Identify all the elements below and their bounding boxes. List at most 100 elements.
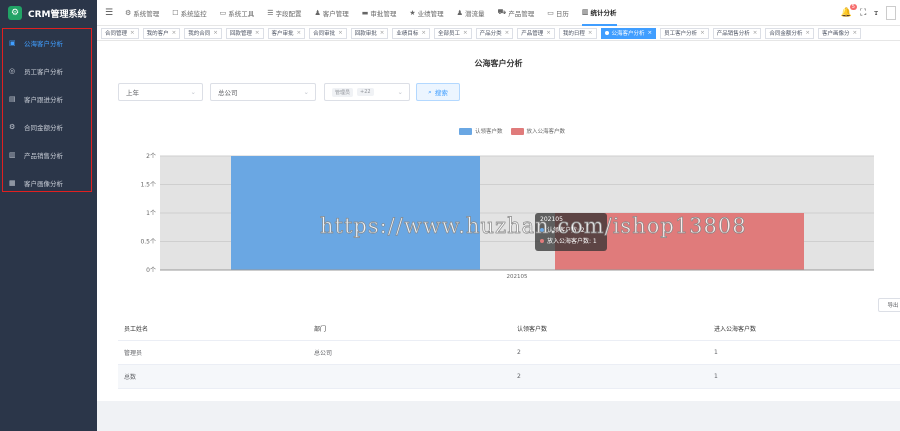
calendar-icon: ▭	[547, 8, 554, 17]
tab-2[interactable]: 我的合同 ×	[184, 27, 222, 39]
tab-0[interactable]: 合同管理 ×	[101, 27, 139, 39]
app-logo[interactable]: ⚙ CRM管理系统	[0, 0, 97, 26]
period-select[interactable]: 上年 ⌄	[118, 83, 203, 101]
tab-label: 我的客户	[146, 31, 169, 37]
close-icon[interactable]: ×	[421, 30, 426, 36]
tab-5[interactable]: 合同审批 ×	[309, 27, 347, 39]
close-icon[interactable]: ×	[130, 30, 135, 36]
selected-chip[interactable]: 管理员	[332, 87, 354, 97]
nav-label: 字段配置	[275, 9, 302, 18]
grid-icon: ▦	[9, 178, 16, 187]
sidebar-item-followup-analysis[interactable]: ▤ 客户跟进分析	[3, 85, 91, 113]
export-button[interactable]: 导出	[878, 298, 900, 312]
close-icon[interactable]: ×	[338, 30, 343, 36]
tab-7[interactable]: 业绩目标 ×	[392, 27, 430, 39]
tab-label: 客户画像分	[822, 31, 850, 37]
close-icon[interactable]: ×	[505, 30, 510, 36]
tab-10[interactable]: 产品管理 ×	[517, 27, 555, 39]
close-icon[interactable]: ×	[546, 30, 551, 36]
data-table: 员工姓名 部门 认领客户数 进入公海客户数 管理员 总公司 2 1 总数 2 1	[118, 317, 900, 389]
nav-label: 审批管理	[370, 9, 397, 18]
sidebar-item-label: 客户跟进分析	[24, 96, 63, 104]
bell-glyph: 🔔	[840, 8, 852, 18]
legend-item[interactable]: 放入公海客户数	[510, 127, 565, 135]
close-icon[interactable]: ×	[805, 30, 810, 36]
sidebar-item-employee-customer-analysis[interactable]: ◎ 员工客户分析	[3, 57, 91, 85]
fullscreen-icon[interactable]: ⛶	[860, 8, 866, 18]
close-icon[interactable]: ×	[213, 30, 218, 36]
close-icon[interactable]: ×	[380, 30, 385, 36]
search-icon: ⌕	[428, 87, 432, 96]
sidebar-item-public-customer-analysis[interactable]: ▣ 公海客户分析	[3, 29, 91, 57]
table-header-cell: 进入公海客户数	[714, 326, 757, 333]
nav-system-management[interactable]: ⚙ 系统管理	[125, 8, 159, 18]
approval-icon: ▬	[361, 8, 369, 17]
table-row: 总数 2 1	[118, 365, 900, 389]
user-icon: ♟	[456, 8, 463, 17]
close-icon[interactable]: ×	[172, 30, 177, 36]
close-icon[interactable]: ×	[463, 30, 468, 36]
bar-1	[231, 156, 480, 270]
nav-calendar[interactable]: ▭ 日历	[547, 8, 569, 18]
top-right-tools: 🔔 5 ⛶ ꭲ	[841, 0, 900, 26]
nav-label: 业绩管理	[417, 9, 444, 18]
close-icon[interactable]: ×	[753, 30, 758, 36]
document-icon: ▤	[9, 94, 16, 103]
search-label: 搜索	[434, 89, 448, 97]
nav-approval-management[interactable]: ▬ 审批管理	[362, 8, 397, 18]
table-cell: 总公司	[314, 350, 333, 357]
employee-multiselect[interactable]: 管理员 +22 ⌄	[324, 83, 410, 101]
nav-label: 日历	[555, 9, 569, 18]
app-title: CRM管理系统	[28, 9, 87, 20]
tab-12[interactable]: 公海客户分析 ×	[600, 27, 657, 39]
y-tick-label: 1.5个	[140, 182, 156, 189]
sidebar-item-product-sales-analysis[interactable]: ▥ 产品销售分析	[3, 141, 91, 169]
tab-13[interactable]: 员工客户分析 ×	[660, 27, 709, 39]
sidebar-item-label: 公海客户分析	[24, 40, 63, 48]
nav-system-monitor[interactable]: ☐ 系统监控	[172, 8, 206, 18]
tab-3[interactable]: 回款管理 ×	[225, 27, 264, 39]
bell-icon[interactable]: 🔔 5	[840, 4, 857, 18]
sidebar-item-label: 客户画像分析	[24, 180, 63, 188]
font-size-icon[interactable]: ꭲ	[874, 8, 878, 18]
close-icon[interactable]: ×	[700, 30, 705, 36]
nav-performance-management[interactable]: ★ 业绩管理	[409, 8, 443, 18]
search-button[interactable]: ⌕ 搜索	[416, 83, 460, 101]
close-icon[interactable]: ×	[853, 30, 858, 36]
sidebar-item-contract-amount-analysis[interactable]: ⚙ 合同金额分析	[3, 113, 91, 141]
sidebar-item-customer-portrait-analysis[interactable]: ▦ 客户画像分析	[3, 169, 91, 197]
nav-product-management[interactable]: ⛟ 产品管理	[497, 8, 534, 18]
avatar[interactable]	[886, 6, 896, 20]
nav-field-config[interactable]: ☰ 字段配置	[267, 8, 301, 18]
nav-customer-management[interactable]: ♟ 客户管理	[314, 8, 348, 18]
close-icon[interactable]: ×	[255, 30, 260, 36]
tab-label: 回款审批	[354, 31, 377, 37]
org-select[interactable]: 总公司 ⌄	[210, 83, 316, 101]
gear-icon: ⚙	[125, 8, 132, 17]
tab-6[interactable]: 回款审批 ×	[350, 27, 389, 39]
legend-item[interactable]: 认领客户数	[459, 127, 503, 135]
tab-label: 我的合同	[188, 31, 211, 37]
hamburger-icon[interactable]: ☰	[105, 8, 115, 18]
tab-16[interactable]: 客户画像分 ×	[818, 27, 862, 39]
tab-4[interactable]: 客户审批 ×	[267, 27, 306, 39]
close-icon[interactable]: ×	[588, 30, 593, 36]
close-icon[interactable]: ×	[648, 30, 653, 36]
tab-label: 业绩目标	[396, 31, 419, 37]
tab-11[interactable]: 我的日程 ×	[558, 27, 597, 39]
nav-traffic[interactable]: ♟ 潜流量	[457, 8, 485, 18]
tab-8[interactable]: 全部员工 ×	[434, 27, 472, 39]
tab-14[interactable]: 产品销售分析 ×	[712, 27, 762, 39]
tab-15[interactable]: 合同金额分析 ×	[765, 27, 814, 39]
tab-1[interactable]: 我的客户 ×	[142, 27, 181, 39]
nav-statistics[interactable]: ▥ 统计分析	[581, 0, 617, 26]
table-cell: 管理员	[124, 350, 143, 357]
chevron-down-icon: ⌄	[190, 88, 196, 96]
nav-system-tools[interactable]: ▭ 系统工具	[220, 8, 255, 18]
tab-9[interactable]: 产品分类 ×	[475, 27, 514, 39]
chart-legend: 认领客户数 放入公海客户数	[459, 127, 573, 135]
star-icon: ★	[409, 8, 416, 17]
user-icon: ♟	[314, 8, 321, 17]
close-icon[interactable]: ×	[297, 30, 302, 36]
table-cell: 总数	[124, 374, 137, 381]
